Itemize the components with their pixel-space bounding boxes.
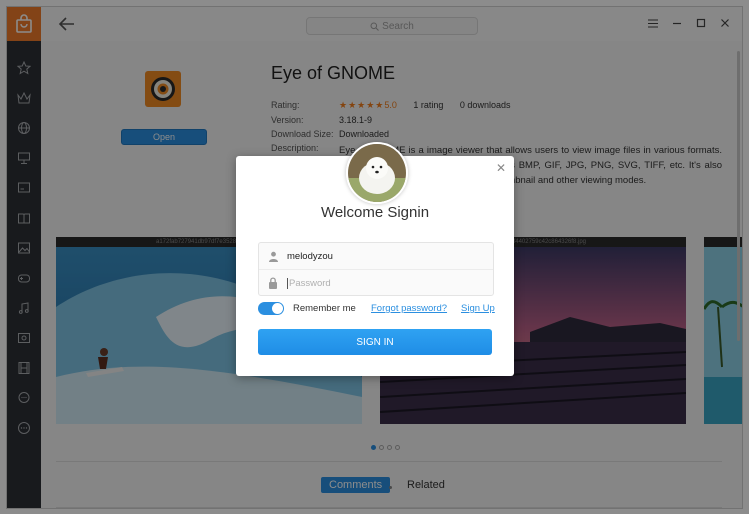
remember-me-toggle[interactable] <box>258 302 284 315</box>
password-field[interactable]: Password <box>259 269 493 296</box>
credentials-box: melodyzou Password <box>258 242 494 296</box>
username-field[interactable]: melodyzou <box>259 243 493 269</box>
dialog-close-icon[interactable]: ✕ <box>496 161 506 175</box>
lock-icon <box>259 277 287 289</box>
forgot-password-link[interactable]: Forgot password? <box>371 303 447 314</box>
remember-me-label: Remember me <box>293 303 356 314</box>
username-value: melodyzou <box>287 250 333 262</box>
sign-up-link[interactable]: Sign Up <box>461 303 495 314</box>
toggle-knob <box>272 303 283 314</box>
user-icon <box>259 251 287 262</box>
dialog-title: Welcome Signin <box>320 204 430 221</box>
sign-in-button[interactable]: SIGN IN <box>258 329 492 355</box>
password-placeholder: Password <box>287 277 331 289</box>
avatar <box>346 142 408 204</box>
signin-dialog: ✕ Welcome Signin melodyzou Password Reme… <box>236 142 514 376</box>
